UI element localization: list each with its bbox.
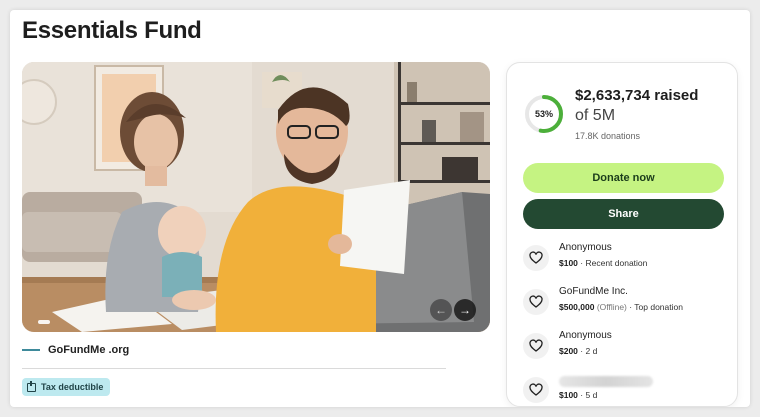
heart-hand-icon — [523, 333, 549, 359]
next-photo-button[interactable]: → — [454, 299, 476, 321]
share-button[interactable]: Share — [523, 199, 724, 229]
organizer-name: GoFundMe .org — [48, 344, 130, 356]
page-title: Essentials Fund — [22, 17, 202, 44]
gofundme-org-logo-icon — [22, 349, 40, 351]
donation-amount: $100 — [559, 258, 578, 268]
previous-photo-button[interactable]: ← — [430, 299, 452, 321]
donation-meta: · Recent donation — [577, 258, 648, 268]
donation-meta: · 2 d — [577, 346, 598, 356]
donation-meta: · 5 d — [577, 390, 598, 400]
donation-meta: · Top donation — [626, 302, 683, 312]
hero-illustration — [22, 62, 490, 332]
donation-amount: $100 — [559, 390, 578, 400]
campaign-page: Essentials Fund ← → GoFundMe .org Tax de… — [10, 10, 750, 407]
slide-indicator[interactable] — [38, 320, 50, 324]
donor-item: Anonymous $200 · 2 d — [523, 329, 723, 363]
donor-item: Anonymous $100 · Recent donation — [523, 241, 723, 275]
progress-percent: 53% — [534, 109, 553, 119]
donor-name: Anonymous — [559, 242, 612, 253]
tax-deductible-label: Tax deductible — [41, 382, 104, 392]
donor-name: Anonymous — [559, 330, 612, 341]
donate-now-button[interactable]: Donate now — [523, 163, 724, 193]
divider — [22, 368, 446, 369]
donor-item: GoFundMe Inc. $500,000 (Offline) · Top d… — [523, 285, 723, 319]
donation-card: 53% $2,633,734 raised of 5M 17.8K donati… — [506, 62, 738, 407]
donation-offline: (Offline) — [594, 302, 627, 312]
donor-detail: $200 · 2 d — [559, 346, 597, 356]
campaign-photo[interactable]: ← → — [22, 62, 490, 332]
goal-amount: of 5M — [575, 107, 616, 124]
receipt-icon — [27, 380, 36, 392]
heart-hand-icon — [523, 245, 549, 271]
donor-item: $100 · 5 d — [523, 373, 723, 407]
donation-amount: $500,000 — [559, 302, 595, 312]
heart-hand-icon — [523, 377, 549, 403]
donor-detail: $100 · Recent donation — [559, 258, 647, 268]
tax-deductible-badge[interactable]: Tax deductible — [22, 378, 111, 396]
heart-hand-icon — [523, 289, 549, 315]
organizer[interactable]: GoFundMe .org — [22, 344, 129, 356]
donor-name: GoFundMe Inc. — [559, 286, 628, 297]
donor-detail: $500,000 (Offline) · Top donation — [559, 302, 683, 312]
donor-name-blurred — [559, 376, 653, 387]
donation-amount: $200 — [559, 346, 578, 356]
amount-raised: $2,633,734 raised — [575, 87, 699, 104]
donation-count: 17.8K donations — [575, 131, 641, 141]
donor-detail: $100 · 5 d — [559, 390, 597, 400]
